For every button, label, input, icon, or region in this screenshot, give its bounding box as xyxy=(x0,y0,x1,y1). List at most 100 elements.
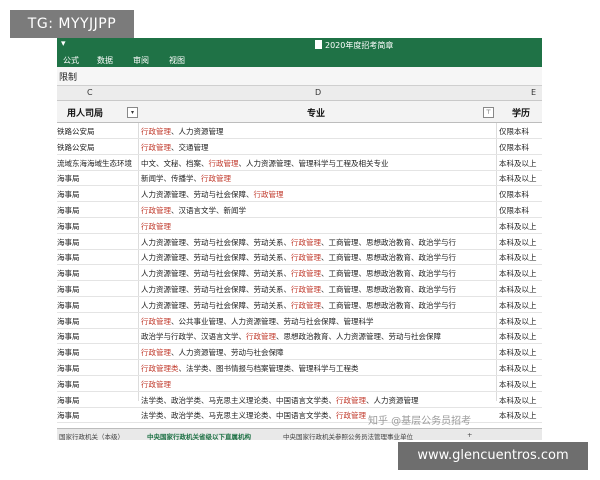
cell-department[interactable]: 海事局 xyxy=(57,300,137,311)
cell-department[interactable]: 海事局 xyxy=(57,252,137,263)
table-row[interactable]: 海事局 法学类、政治学类、马克思主义理论类、中国语言文学类、行政管理、人力资源管理… xyxy=(57,392,542,408)
cell-department[interactable]: 海事局 xyxy=(57,189,137,200)
cell-department[interactable]: 铁路公安局 xyxy=(57,142,137,153)
sheet-tab-2[interactable]: 中央国家行政机关省级以下直属机构 xyxy=(147,431,251,440)
cell-department[interactable]: 海事局 xyxy=(57,237,137,248)
cell-major[interactable]: 人力资源管理、劳动与社会保障、劳动关系、行政管理、工商管理、思想政治教育、政治学… xyxy=(141,252,495,263)
add-sheet-button[interactable]: + xyxy=(467,431,472,439)
cell-education[interactable]: 本科及以上 xyxy=(499,379,542,390)
cell-major[interactable]: 行政管理、交通管理 xyxy=(141,142,495,153)
formula-bar[interactable]: 限制 xyxy=(57,67,542,86)
table-row[interactable]: 海事局 政治学与行政学、汉语言文学、行政管理、思想政治教育、人力资源管理、劳动与社… xyxy=(57,328,542,345)
major-highlight: 行政管理 xyxy=(208,158,239,168)
major-highlight: 行政管理 xyxy=(141,206,171,215)
cell-education[interactable]: 本科及以上 xyxy=(499,173,542,184)
cell-department[interactable]: 海事局 xyxy=(57,410,137,421)
cell-education[interactable]: 本科及以上 xyxy=(499,395,542,406)
cell-major[interactable]: 行政管理、人力资源管理、劳动与社会保障 xyxy=(141,347,495,358)
table-row[interactable]: 海事局 行政管理、人力资源管理、劳动与社会保障 本科及以上 xyxy=(57,344,542,361)
major-suffix: 、工商管理、思想政治教育、政治学与行 xyxy=(321,269,456,279)
cell-major[interactable]: 人力资源管理、劳动与社会保障、行政管理 xyxy=(141,189,495,200)
cell-major[interactable]: 人力资源管理、劳动与社会保障、劳动关系、行政管理、工商管理、思想政治教育、政治学… xyxy=(141,237,495,248)
cell-education[interactable]: 本科及以上 xyxy=(499,410,542,421)
cell-department[interactable]: 海事局 xyxy=(57,363,137,374)
quick-access-dropdown[interactable]: ▾ xyxy=(61,39,66,49)
cell-major[interactable]: 行政管理 xyxy=(141,379,495,390)
cell-education[interactable]: 本科及以上 xyxy=(499,268,542,279)
table-row[interactable]: 海事局 行政管理 本科及以上 xyxy=(57,376,542,392)
cell-education[interactable]: 仅限本科 xyxy=(499,126,542,137)
sheet-tab-1[interactable]: 国家行政机关（本级） xyxy=(59,431,124,440)
column-letter-c[interactable]: C xyxy=(87,88,93,97)
major-highlight: 行政管理 xyxy=(141,142,171,152)
cell-education[interactable]: 本科及以上 xyxy=(499,284,542,295)
filter-active-icon[interactable]: ⊤ xyxy=(483,107,494,118)
cell-education[interactable]: 本科及以上 xyxy=(499,237,542,248)
menu-view[interactable]: 视图 xyxy=(169,55,185,66)
cell-department[interactable]: 海事局 xyxy=(57,284,137,295)
column-letter-d[interactable]: D xyxy=(315,88,321,97)
cell-education[interactable]: 仅限本科 xyxy=(499,189,542,200)
table-row[interactable]: 铁路公安局 行政管理、交通管理 仅限本科 xyxy=(57,139,542,155)
table-row[interactable]: 海事局 人力资源管理、劳动与社会保障、劳动关系、行政管理、工商管理、思想政治教育、… xyxy=(57,234,542,250)
table-row[interactable]: 海事局 人力资源管理、劳动与社会保障、劳动关系、行政管理、工商管理、思想政治教育、… xyxy=(57,265,542,282)
cell-department[interactable]: 海事局 xyxy=(57,205,137,216)
cell-education[interactable]: 仅限本科 xyxy=(499,205,542,216)
filter-dropdown-icon[interactable]: ▾ xyxy=(127,107,138,118)
column-letter-e[interactable]: E xyxy=(531,88,536,97)
cell-education[interactable]: 本科及以上 xyxy=(499,252,542,263)
table-row[interactable]: 海事局 人力资源管理、劳动与社会保障、劳动关系、行政管理、工商管理、思想政治教育、… xyxy=(57,297,542,313)
menu-data[interactable]: 数据 xyxy=(97,55,113,66)
cell-major[interactable]: 行政管理 xyxy=(141,221,495,232)
major-prefix: 人力资源管理、劳动与社会保障、劳动关系、 xyxy=(141,300,291,310)
cell-department[interactable]: 海事局 xyxy=(57,316,137,327)
major-prefix: 人力资源管理、劳动与社会保障、劳动关系、 xyxy=(141,285,291,294)
site-badge: www.glencuentros.com xyxy=(398,442,588,470)
cell-major[interactable]: 行政管理、人力资源管理 xyxy=(141,126,495,137)
cell-education[interactable]: 本科及以上 xyxy=(499,347,542,358)
cell-education[interactable]: 本科及以上 xyxy=(499,221,542,232)
cell-education[interactable]: 本科及以上 xyxy=(499,158,542,169)
cell-major[interactable]: 人力资源管理、劳动与社会保障、劳动关系、行政管理、工商管理、思想政治教育、政治学… xyxy=(141,268,495,279)
table-row[interactable]: 海事局 人力资源管理、劳动与社会保障、劳动关系、行政管理、工商管理、思想政治教育、… xyxy=(57,281,542,297)
table-row[interactable]: 铁路公安局 行政管理、人力资源管理 仅限本科 xyxy=(57,123,542,139)
table-row[interactable]: 海事局 行政管理、公共事业管理、人力资源管理、劳动与社会保障、管理科学 本科及以上 xyxy=(57,313,542,329)
cell-major[interactable]: 人力资源管理、劳动与社会保障、劳动关系、行政管理、工商管理、思想政治教育、政治学… xyxy=(141,300,495,311)
cell-education[interactable]: 本科及以上 xyxy=(499,363,542,374)
cell-major[interactable]: 人力资源管理、劳动与社会保障、劳动关系、行政管理、工商管理、思想政治教育、政治学… xyxy=(141,284,495,295)
header-major: 专业 xyxy=(307,109,326,119)
cell-department[interactable]: 海事局 xyxy=(57,331,137,342)
table-row[interactable]: 海事局 新闻学、传播学、行政管理 本科及以上 xyxy=(57,170,542,187)
cell-department[interactable]: 流域东海海域生态环境 xyxy=(57,158,137,169)
cell-education[interactable]: 仅限本科 xyxy=(499,142,542,153)
cell-department[interactable]: 海事局 xyxy=(57,347,137,358)
major-highlight: 行政管理 xyxy=(201,174,231,184)
cell-department[interactable]: 海事局 xyxy=(57,173,137,184)
cell-major[interactable]: 政治学与行政学、汉语言文学、行政管理、思想政治教育、人力资源管理、劳动与社会保障 xyxy=(141,331,495,342)
menu-review[interactable]: 审阅 xyxy=(133,55,149,66)
major-highlight: 行政管理类 xyxy=(141,364,179,373)
cell-major[interactable]: 新闻学、传播学、行政管理 xyxy=(141,173,495,184)
table-row[interactable]: 海事局 人力资源管理、劳动与社会保障、劳动关系、行政管理、工商管理、思想政治教育、… xyxy=(57,249,542,266)
cell-major[interactable]: 行政管理、汉语言文学、新闻学 xyxy=(141,205,495,216)
table-row[interactable]: 海事局 人力资源管理、劳动与社会保障、行政管理 仅限本科 xyxy=(57,186,542,203)
cell-major[interactable]: 法学类、政治学类、马克思主义理论类、中国语言文学类、行政管理、人力资源管理 xyxy=(141,395,495,406)
cell-department[interactable]: 铁路公安局 xyxy=(57,126,137,137)
cell-education[interactable]: 本科及以上 xyxy=(499,316,542,327)
cell-major[interactable]: 行政管理、公共事业管理、人力资源管理、劳动与社会保障、管理科学 xyxy=(141,316,495,327)
table-row[interactable]: 海事局 行政管理 本科及以上 xyxy=(57,218,542,234)
cell-education[interactable]: 本科及以上 xyxy=(499,300,542,311)
cell-department[interactable]: 海事局 xyxy=(57,221,137,232)
header-education: 学历 xyxy=(512,109,531,119)
cell-department[interactable]: 海事局 xyxy=(57,379,137,390)
cell-education[interactable]: 本科及以上 xyxy=(499,331,542,342)
table-row[interactable]: 流域东海海域生态环境 中文、文秘、档案、行政管理、人力资源管理、管理科学与工程及相… xyxy=(57,155,542,171)
sheet-tab-3[interactable]: 中央国家行政机关参照公务员法管理事业单位 xyxy=(283,431,413,440)
cell-department[interactable]: 海事局 xyxy=(57,395,137,406)
cell-department[interactable]: 海事局 xyxy=(57,268,137,279)
menu-formulas[interactable]: 公式 xyxy=(63,55,79,66)
table-row[interactable]: 海事局 行政管理类、法学类、图书情报与档案管理类、管理科学与工程类 本科及以上 xyxy=(57,360,542,376)
cell-major[interactable]: 行政管理类、法学类、图书情报与档案管理类、管理科学与工程类 xyxy=(141,363,495,374)
cell-major[interactable]: 中文、文秘、档案、行政管理、人力资源管理、管理科学与工程及相关专业 xyxy=(141,158,495,169)
table-row[interactable]: 海事局 行政管理、汉语言文学、新闻学 仅限本科 xyxy=(57,202,542,218)
